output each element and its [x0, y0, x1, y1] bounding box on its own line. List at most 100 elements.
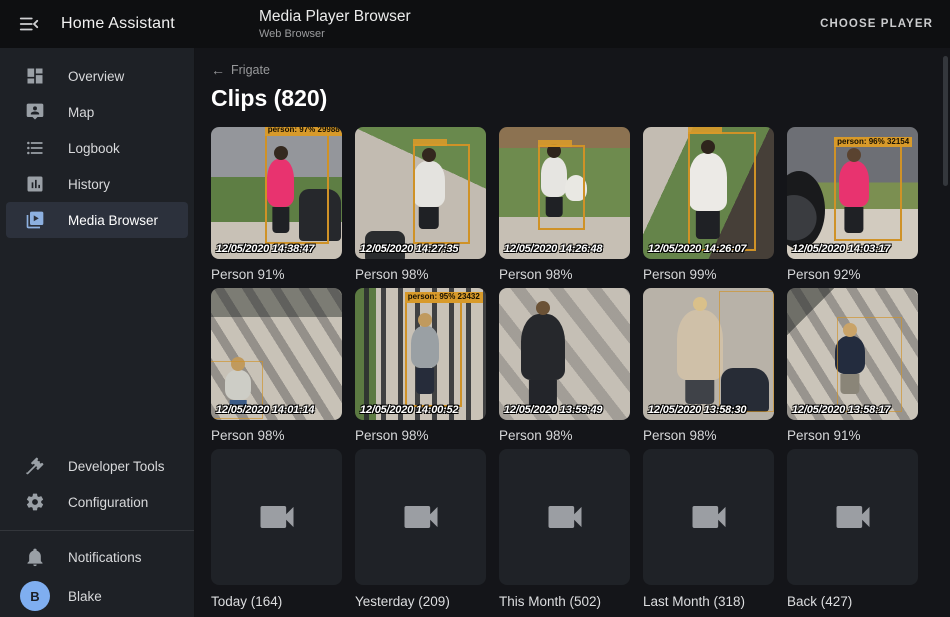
clip-timestamp-overlay: 12/05/2020 13:59:49 — [504, 404, 602, 416]
gear-icon — [24, 491, 46, 513]
folder-caption: Last Month (318) — [643, 594, 774, 609]
folder-tile-today[interactable]: Today (164) — [211, 449, 342, 609]
folder-caption: Yesterday (209) — [355, 594, 486, 609]
clip-thumbnail: 12/05/2020 13:58:17 — [787, 288, 918, 420]
sidebar-item-developer-tools[interactable]: Developer Tools — [6, 448, 188, 484]
user-name: Blake — [68, 589, 102, 604]
clip-caption: Person 92% — [787, 267, 918, 282]
clip-thumbnail: person: 97% 29988 12/05/2020 14:38:47 — [211, 127, 342, 259]
header-subtitle: Web Browser — [259, 28, 411, 40]
page-header: Media Player Browser Web Browser CHOOSE … — [195, 8, 950, 40]
sidebar-spacer — [0, 238, 194, 448]
clip-timestamp-overlay: 12/05/2020 14:38:47 — [216, 243, 314, 255]
media-browser-icon — [24, 209, 46, 231]
videocam-icon — [831, 495, 875, 539]
page-title: Clips (820) — [211, 85, 950, 112]
clip-tile[interactable]: 12/05/2020 13:58:30 Person 98% — [643, 288, 774, 443]
clip-timestamp-overlay: 12/05/2020 14:26:48 — [504, 243, 602, 255]
detection-label: person: 96% 32154 — [834, 137, 912, 148]
clip-timestamp-overlay: 12/05/2020 13:58:30 — [648, 404, 746, 416]
clip-thumbnail: person: 95% 23432 12/05/2020 14:00:52 — [355, 288, 486, 420]
media-browser-content: ← Frigate Clips (820) person: 97% 29988 … — [195, 48, 950, 617]
sidebar-divider — [0, 530, 194, 531]
clip-timestamp-overlay: 12/05/2020 14:00:52 — [360, 404, 458, 416]
clip-thumbnail: person: 96% 32154 12/05/2020 14:03:17 — [787, 127, 918, 259]
folder-thumbnail — [499, 449, 630, 585]
clip-caption: Person 91% — [211, 267, 342, 282]
detection-label: person: 95% 23432 — [405, 292, 483, 303]
sidebar-item-map[interactable]: Map — [6, 94, 188, 130]
clip-timestamp-overlay: 12/05/2020 14:01:14 — [216, 404, 314, 416]
clip-caption: Person 98% — [211, 428, 342, 443]
clip-tile[interactable]: person: 96% 32154 12/05/2020 14:03:17 Pe… — [787, 127, 918, 282]
clip-caption: Person 98% — [355, 267, 486, 282]
clip-tile[interactable]: person: 97% 29988 12/05/2020 14:38:47 Pe… — [211, 127, 342, 282]
folder-caption: This Month (502) — [499, 594, 630, 609]
detection-bounding-box — [837, 317, 903, 412]
sidebar-item-label: History — [68, 177, 110, 192]
history-chart-icon — [24, 173, 46, 195]
detection-label — [413, 139, 447, 146]
clip-tile[interactable]: 12/05/2020 14:26:48 Person 98% — [499, 127, 630, 282]
folder-thumbnail — [787, 449, 918, 585]
clip-tile[interactable]: 12/05/2020 14:27:35 Person 98% — [355, 127, 486, 282]
clip-tile[interactable]: 12/05/2020 13:58:17 Person 91% — [787, 288, 918, 443]
sidebar-item-overview[interactable]: Overview — [6, 58, 188, 94]
sidebar-item-label: Developer Tools — [68, 459, 165, 474]
hammer-icon — [24, 455, 46, 477]
videocam-icon — [543, 495, 587, 539]
sidebar-item-profile[interactable]: B Blake — [6, 575, 188, 617]
sidebar-item-media-browser[interactable]: Media Browser — [6, 202, 188, 238]
clip-timestamp-overlay: 12/05/2020 14:27:35 — [360, 243, 458, 255]
sidebar-item-label: Overview — [68, 69, 124, 84]
detection-bounding-box: person: 95% 23432 — [405, 301, 463, 407]
folder-thumbnail — [643, 449, 774, 585]
sidebar-item-configuration[interactable]: Configuration — [6, 484, 188, 520]
detection-bounding-box: person: 97% 29988 — [265, 134, 329, 245]
clip-thumbnail: 12/05/2020 14:01:14 — [211, 288, 342, 420]
videocam-icon — [255, 495, 299, 539]
header-title-block: Media Player Browser Web Browser — [259, 8, 411, 40]
clip-caption: Person 98% — [499, 428, 630, 443]
sidebar-item-label: Notifications — [68, 550, 142, 565]
clip-tile[interactable]: person: 95% 23432 12/05/2020 14:00:52 Pe… — [355, 288, 486, 443]
videocam-icon — [399, 495, 443, 539]
detection-label — [688, 127, 722, 134]
clip-tile[interactable]: 12/05/2020 13:59:49 Person 98% — [499, 288, 630, 443]
sidebar-item-notifications[interactable]: Notifications — [6, 539, 188, 575]
folder-caption: Back (427) — [787, 594, 918, 609]
clip-thumbnail: 12/05/2020 13:58:30 — [643, 288, 774, 420]
folder-tile-yesterday[interactable]: Yesterday (209) — [355, 449, 486, 609]
breadcrumb-back[interactable]: ← Frigate — [211, 62, 270, 78]
clip-tile[interactable]: 12/05/2020 14:26:07 Person 99% — [643, 127, 774, 282]
clip-timestamp-overlay: 12/05/2020 13:58:17 — [792, 404, 890, 416]
clip-tile[interactable]: 12/05/2020 14:01:14 Person 98% — [211, 288, 342, 443]
sidebar: Overview Map Logbook History Media Brows… — [0, 48, 195, 617]
detection-label: person: 97% 29988 — [265, 127, 342, 136]
scrollbar-thumb[interactable] — [943, 56, 948, 186]
sidebar-item-label: Media Browser — [68, 213, 158, 228]
detection-bounding-box: person: 96% 32154 — [834, 145, 902, 240]
videocam-icon — [687, 495, 731, 539]
choose-player-button[interactable]: CHOOSE PLAYER — [812, 10, 933, 38]
detection-bounding-box — [719, 291, 774, 412]
bell-icon — [24, 546, 46, 568]
clip-caption: Person 98% — [355, 428, 486, 443]
logbook-icon — [24, 137, 46, 159]
folder-tile-back[interactable]: Back (427) — [787, 449, 918, 609]
menu-toggle-icon[interactable] — [17, 12, 41, 36]
folder-caption: Today (164) — [211, 594, 342, 609]
clip-timestamp-overlay: 12/05/2020 14:03:17 — [792, 243, 890, 255]
clip-thumbnail: 12/05/2020 13:59:49 — [499, 288, 630, 420]
clip-caption: Person 91% — [787, 428, 918, 443]
header-title: Media Player Browser — [259, 8, 411, 26]
sidebar-item-logbook[interactable]: Logbook — [6, 130, 188, 166]
top-app-bar: Home Assistant Media Player Browser Web … — [0, 0, 950, 48]
folder-tile-last-month[interactable]: Last Month (318) — [643, 449, 774, 609]
back-arrow-icon: ← — [211, 62, 225, 78]
clip-thumbnail: 12/05/2020 14:27:35 — [355, 127, 486, 259]
folder-tile-this-month[interactable]: This Month (502) — [499, 449, 630, 609]
sidebar-header: Home Assistant — [0, 12, 195, 36]
clip-thumbnail: 12/05/2020 14:26:48 — [499, 127, 630, 259]
sidebar-item-history[interactable]: History — [6, 166, 188, 202]
